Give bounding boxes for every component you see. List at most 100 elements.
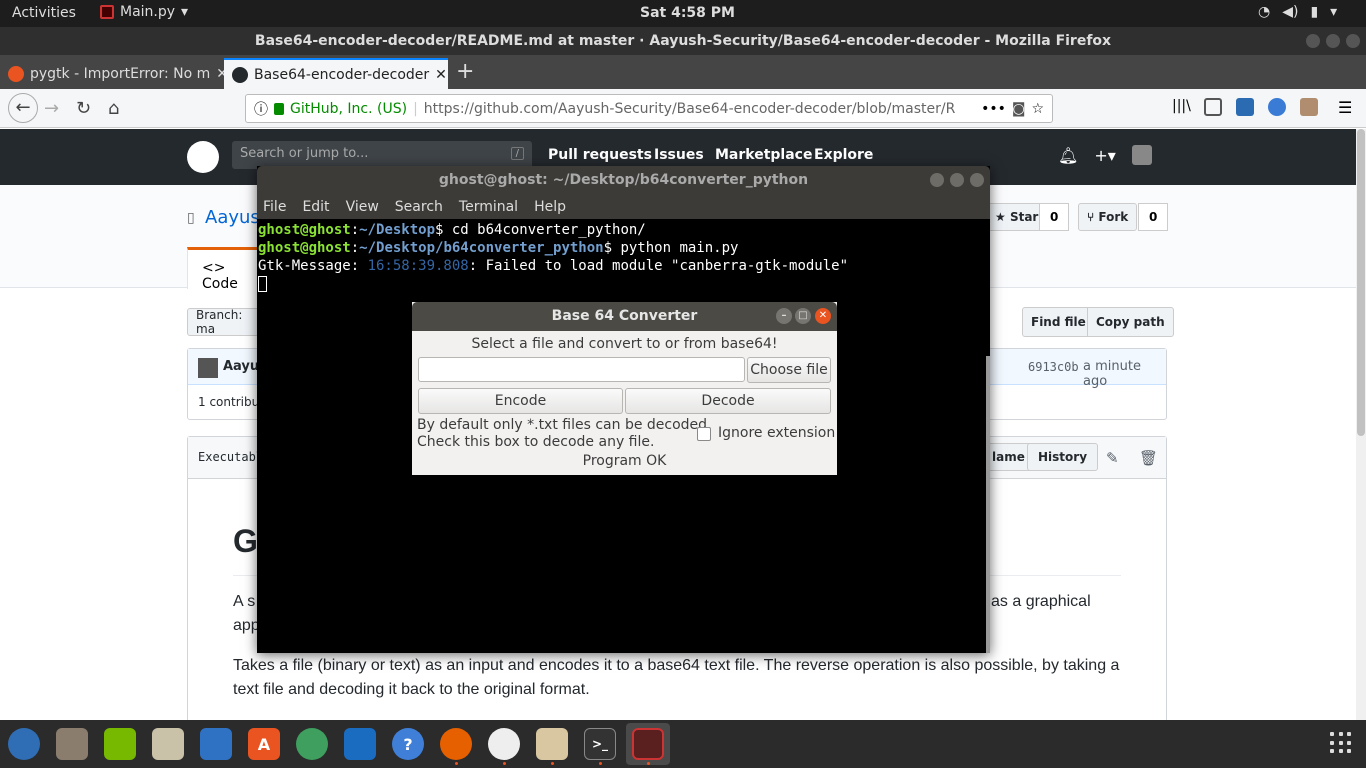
wireshark-icon[interactable] xyxy=(344,728,376,760)
tab-code[interactable]: <> Code xyxy=(187,247,267,292)
text-editor-icon[interactable] xyxy=(488,728,520,760)
minimize-icon[interactable] xyxy=(930,173,944,187)
firefox-icon[interactable] xyxy=(440,728,472,760)
system-tray[interactable]: ◔ ◀) ▮ ▾ xyxy=(1258,4,1337,20)
close-icon[interactable] xyxy=(970,173,984,187)
python-app-icon[interactable] xyxy=(632,728,664,760)
tab-askubuntu[interactable]: pygtk - ImportError: No m ✕ xyxy=(0,58,224,89)
readme-paragraph-end: as a graphical xyxy=(991,593,1091,610)
close-icon[interactable]: ✕ xyxy=(216,66,224,82)
dialog-titlebar[interactable]: Base 64 Converter – □ ✕ xyxy=(412,302,837,331)
decode-button[interactable]: Decode xyxy=(625,388,831,414)
star-label: Star xyxy=(1009,210,1039,224)
extension-icon[interactable] xyxy=(1236,98,1254,116)
fork-count[interactable]: 0 xyxy=(1138,203,1169,231)
terminal-titlebar[interactable]: ghost@ghost: ~/Desktop/b64converter_pyth… xyxy=(257,166,990,195)
chromium-icon[interactable] xyxy=(8,728,40,760)
plus-icon[interactable]: +▾ xyxy=(1094,146,1115,165)
menu-help[interactable]: Help xyxy=(534,199,566,215)
repo-owner-link[interactable]: Aayus xyxy=(205,207,260,228)
extension-icon[interactable] xyxy=(1268,98,1286,116)
nvidia-icon[interactable] xyxy=(104,728,136,760)
minimize-icon[interactable] xyxy=(1306,34,1320,48)
clock[interactable]: Sat 4:58 PM xyxy=(640,5,735,21)
atom-icon[interactable] xyxy=(296,728,328,760)
url-text[interactable]: https://github.com/Aayush-Security/Base6… xyxy=(424,101,975,117)
extension-icon[interactable] xyxy=(1300,98,1318,116)
page-actions-icon[interactable]: ••• xyxy=(981,101,1006,117)
pocket-icon[interactable]: ◙ xyxy=(1012,101,1026,117)
ignore-extension-label[interactable]: Ignore extension xyxy=(718,425,835,441)
maximize-icon[interactable] xyxy=(950,173,964,187)
star-count[interactable]: 0 xyxy=(1039,203,1070,231)
notes-icon[interactable] xyxy=(536,728,568,760)
back-button[interactable]: ← xyxy=(8,93,38,123)
writer-icon[interactable] xyxy=(200,728,232,760)
tab-github[interactable]: Base64-encoder-decoder ✕ xyxy=(224,58,448,89)
scrollbar-thumb[interactable] xyxy=(1357,129,1365,436)
show-applications-icon[interactable] xyxy=(1330,732,1352,754)
url-bar[interactable]: ⓘ GitHub, Inc. (US) | https://github.com… xyxy=(245,94,1053,123)
page-scrollbar[interactable] xyxy=(1356,129,1366,720)
fork-button[interactable]: ⑂ Fork xyxy=(1078,203,1138,231)
disk-icon[interactable] xyxy=(152,728,184,760)
maximize-icon[interactable] xyxy=(1326,34,1340,48)
github-logo-icon[interactable] xyxy=(187,141,219,173)
new-tab-button[interactable]: + xyxy=(456,59,474,84)
star-icon: ★ xyxy=(995,210,1010,224)
close-icon[interactable]: ✕ xyxy=(435,67,447,83)
nav-pull-requests[interactable]: Pull requests xyxy=(548,147,652,163)
nav-marketplace[interactable]: Marketplace xyxy=(715,147,812,163)
menu-file[interactable]: File xyxy=(263,199,286,215)
prompt-path: ~/Desktop/b64converter_python xyxy=(359,240,604,256)
terminal-scrollbar[interactable] xyxy=(986,356,990,653)
forward-button[interactable]: → xyxy=(44,98,59,119)
close-icon[interactable] xyxy=(1346,34,1360,48)
close-icon[interactable]: ✕ xyxy=(815,308,831,324)
library-icon[interactable]: |||\ xyxy=(1172,98,1191,116)
chevron-down-icon: ▾ xyxy=(1330,4,1338,20)
site-identity[interactable]: GitHub, Inc. (US) xyxy=(290,101,407,117)
file-path-field[interactable] xyxy=(418,357,745,382)
reload-button[interactable]: ↻ xyxy=(76,98,91,119)
minimize-icon[interactable]: – xyxy=(776,308,792,324)
activities-button[interactable]: Activities xyxy=(12,5,76,21)
navigation-bar: ← → ↻ ⌂ ⓘ GitHub, Inc. (US) | https://gi… xyxy=(0,89,1366,128)
instruction-label: Select a file and convert to or from bas… xyxy=(471,336,778,352)
history-button[interactable]: History xyxy=(1027,443,1099,471)
menu-icon[interactable]: ☰ xyxy=(1338,98,1356,117)
nav-issues[interactable]: Issues xyxy=(654,147,704,163)
terminal-menubar: File Edit View Search Terminal Help xyxy=(257,195,990,219)
menu-view[interactable]: View xyxy=(346,199,379,215)
encode-button[interactable]: Encode xyxy=(418,388,623,414)
copy-path-button[interactable]: Copy path xyxy=(1087,307,1174,337)
menu-terminal[interactable]: Terminal xyxy=(459,199,518,215)
info-icon[interactable]: ⓘ xyxy=(254,99,268,119)
edit-pencil-icon[interactable]: ✎ xyxy=(1106,449,1119,467)
terminal-icon[interactable]: >_ xyxy=(584,728,616,760)
app-menu[interactable]: Main.py ▾ xyxy=(100,4,188,20)
commit-hash[interactable]: 6913c0b xyxy=(1028,360,1079,374)
choose-file-button[interactable]: Choose file xyxy=(747,357,831,383)
avatar[interactable] xyxy=(1131,145,1152,165)
menu-edit[interactable]: Edit xyxy=(302,199,329,215)
branch-selector[interactable]: Branch: ma xyxy=(187,308,267,336)
files-icon[interactable] xyxy=(56,728,88,760)
message-text: : Failed to load module "canberra-gtk-mo… xyxy=(468,258,849,274)
sidebar-icon[interactable] xyxy=(1204,98,1222,116)
bell-icon[interactable]: 🔔︎ xyxy=(1058,146,1078,165)
maximize-icon[interactable]: □ xyxy=(795,308,811,324)
help-icon[interactable]: ? xyxy=(392,728,424,760)
bookmark-star-icon[interactable]: ☆ xyxy=(1031,101,1044,117)
nav-explore[interactable]: Explore xyxy=(814,147,873,163)
ignore-extension-checkbox[interactable] xyxy=(697,427,711,441)
menu-search[interactable]: Search xyxy=(395,199,443,215)
home-button[interactable]: ⌂ xyxy=(108,98,119,119)
header-actions: 🔔︎ +▾ xyxy=(1058,145,1152,165)
trash-icon[interactable]: 🗑︎ xyxy=(1139,449,1158,467)
contributors-link[interactable]: 1 contribut xyxy=(198,395,264,409)
search-input[interactable]: Search or jump to... / xyxy=(232,141,532,169)
find-file-button[interactable]: Find file xyxy=(1022,307,1095,337)
software-center-icon[interactable]: A xyxy=(248,728,280,760)
avatar[interactable] xyxy=(198,358,218,378)
